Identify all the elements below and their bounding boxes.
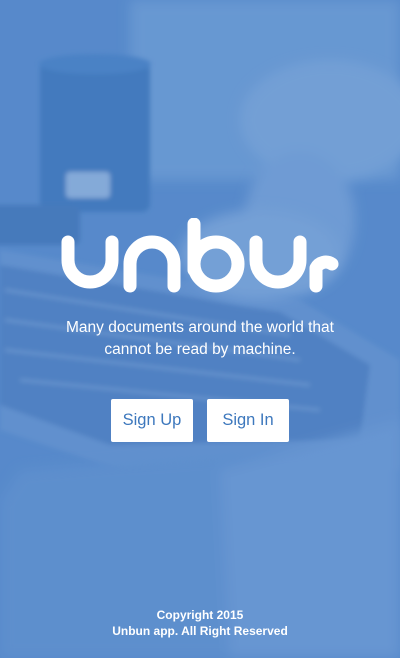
- tagline-line-1: Many documents around the world that: [66, 319, 334, 336]
- welcome-screen: Many documents around the world that can…: [0, 0, 400, 658]
- copyright-text: Copyright 2015: [156, 608, 244, 622]
- tagline: Many documents around the world that can…: [20, 317, 380, 361]
- footer: Copyright 2015 Unbun app. All Right Rese…: [0, 607, 400, 639]
- tagline-line-2: cannot be read by machine.: [104, 341, 296, 358]
- sign-in-button[interactable]: Sign In: [207, 399, 289, 442]
- auth-actions: Sign Up Sign In: [0, 399, 400, 442]
- sign-up-button[interactable]: Sign Up: [111, 399, 193, 442]
- unbun-logo: [61, 218, 339, 293]
- rights-text: Unbun app. All Right Reserved: [112, 624, 288, 638]
